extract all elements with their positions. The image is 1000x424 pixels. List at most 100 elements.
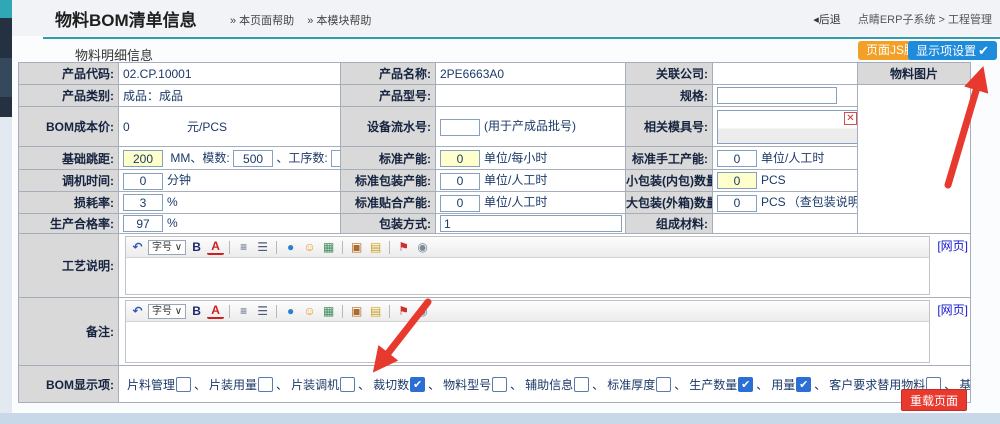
toolbar-separator [229, 241, 230, 254]
upload-image-icon[interactable]: ▤ [367, 239, 384, 255]
toolbar-separator [342, 241, 343, 254]
std-capacity-unit: 单位/每小时 [484, 151, 547, 165]
bom-option-separator: 、 [674, 376, 686, 393]
ordered-list-icon[interactable]: ☰ [254, 239, 271, 255]
bom-option-checkbox[interactable] [492, 377, 507, 392]
bom-option-label: 辅助信息 [525, 376, 573, 393]
bom-option-separator: 、 [276, 376, 288, 393]
font-size-select[interactable]: 字号 ∨ [148, 304, 186, 319]
product-model-label: 产品型号: [341, 85, 436, 107]
back-link[interactable]: ◂后退 [813, 14, 841, 26]
material-image-header: 物料图片 [858, 63, 971, 85]
pass-rate-input[interactable] [123, 215, 163, 232]
bom-option-checkbox[interactable] [574, 377, 589, 392]
bom-option-checkbox[interactable] [656, 377, 671, 392]
bom-option: 用量✔、 [771, 376, 829, 393]
big-pack-qty-input[interactable] [717, 195, 757, 212]
bom-option-checkbox[interactable]: ✔ [796, 377, 811, 392]
bom-option-checkbox[interactable]: ✔ [738, 377, 753, 392]
bom-option-checkbox[interactable] [340, 377, 355, 392]
font-color-icon[interactable]: A [207, 304, 224, 319]
process-desc-editor-toolbar: ↶字号 ∨BA ≡☰ ●☺▦ ▣▤ ⚑◉ [126, 237, 929, 258]
small-pack-qty-unit: PCS [761, 173, 786, 187]
bom-option-label: 生产数量 [689, 376, 737, 393]
modulus-label: 、模数: [190, 151, 229, 165]
webpage-link[interactable]: [网页] [930, 300, 968, 318]
section-header: 物料明细信息 页面JS脚本 显示项设置✔ [12, 39, 1000, 61]
product-code-value: 02.CP.10001 [119, 63, 341, 85]
std-laminate-capacity-input[interactable] [440, 195, 480, 212]
pack-method-input[interactable] [440, 215, 622, 232]
bom-option: 片料管理、 [127, 376, 209, 393]
bom-display-options: 片料管理、片装用量、片装调机、裁切数✔、物料型号、辅助信息、标准厚度、生产数量✔… [123, 366, 970, 402]
preview-eye-icon[interactable]: ◉ [414, 303, 431, 319]
spec-input[interactable] [717, 87, 837, 104]
media-flag-icon[interactable]: ⚑ [395, 239, 412, 255]
display-settings-button[interactable]: 显示项设置✔ [908, 41, 997, 60]
small-pack-qty-input[interactable] [717, 172, 757, 189]
machine-time-input[interactable] [123, 173, 163, 190]
std-manual-capacity-label: 标准手工产能: [626, 147, 713, 170]
modulus-input[interactable] [233, 150, 273, 167]
bom-option-checkbox[interactable]: ✔ [410, 377, 425, 392]
std-pack-capacity-input[interactable] [440, 173, 480, 190]
insert-image-icon[interactable]: ▣ [348, 239, 365, 255]
reload-page-button[interactable]: 重载页面 [901, 389, 967, 411]
process-count-input[interactable] [331, 150, 340, 167]
bom-option-separator: 、 [358, 376, 370, 393]
top-nav: ◂后退 点睛ERP子系统 > 工程管理 [813, 11, 992, 27]
undo-icon[interactable]: ↶ [129, 239, 146, 255]
insert-image-icon[interactable]: ▣ [348, 303, 365, 319]
smiley-icon[interactable]: ☺ [301, 239, 318, 255]
bold-icon[interactable]: B [188, 239, 205, 255]
breadcrumb[interactable]: 点睛ERP子系统 > 工程管理 [858, 14, 992, 26]
font-size-select[interactable]: 字号 ∨ [148, 240, 186, 255]
remove-image-icon[interactable]: ✕ [844, 112, 857, 125]
align-icon[interactable]: ≡ [235, 239, 252, 255]
bom-option: 辅助信息、 [525, 376, 607, 393]
bom-option-checkbox[interactable] [258, 377, 273, 392]
std-laminate-capacity-label: 标准贴合产能: [341, 192, 436, 214]
materials-value [713, 214, 858, 234]
webpage-link[interactable]: [网页] [930, 236, 968, 254]
smiley-icon[interactable]: ☺ [301, 303, 318, 319]
align-icon[interactable]: ≡ [235, 303, 252, 319]
bom-option: 生产数量✔、 [689, 376, 771, 393]
upload-image-icon[interactable]: ▤ [367, 303, 384, 319]
font-color-icon[interactable]: A [207, 240, 224, 255]
undo-icon[interactable]: ↶ [129, 303, 146, 319]
loss-rate-input[interactable] [123, 194, 163, 211]
bom-option-label: 片装用量 [209, 376, 257, 393]
globe-link-icon[interactable]: ● [282, 239, 299, 255]
module-help-link[interactable]: » 本模块帮助 [307, 15, 371, 27]
base-pitch-input[interactable] [123, 150, 163, 167]
page-help-link[interactable]: » 本页面帮助 [230, 15, 294, 27]
edit-table-icon[interactable]: ▦ [320, 239, 337, 255]
std-capacity-input[interactable] [440, 150, 480, 167]
toolbar-separator [276, 305, 277, 318]
related-mold-textarea[interactable]: ✕ [717, 110, 858, 144]
sidebar-segment-1 [0, 18, 12, 58]
edit-table-icon[interactable]: ▦ [320, 303, 337, 319]
std-laminate-capacity-unit: 单位/人工时 [484, 195, 547, 209]
related-mold-label: 相关模具号: [626, 107, 713, 147]
ordered-list-icon[interactable]: ☰ [254, 303, 271, 319]
remark-editor-body[interactable] [126, 322, 929, 362]
media-flag-icon[interactable]: ⚑ [395, 303, 412, 319]
preview-eye-icon[interactable]: ◉ [414, 239, 431, 255]
process-desc-editor-body[interactable] [126, 258, 929, 294]
process-count-label: 、工序数: [276, 151, 327, 165]
remark-editor[interactable]: ↶字号 ∨BA ≡☰ ●☺▦ ▣▤ ⚑◉ [125, 300, 930, 363]
bom-option-label: 裁切数 [373, 376, 409, 393]
process-desc-editor[interactable]: ↶字号 ∨BA ≡☰ ●☺▦ ▣▤ ⚑◉ [125, 236, 930, 295]
collapsed-sidebar[interactable] [0, 0, 12, 424]
bom-option: 标准厚度、 [607, 376, 689, 393]
process-desc-label: 工艺说明: [19, 234, 119, 298]
globe-link-icon[interactable]: ● [282, 303, 299, 319]
bom-option-separator: 、 [428, 376, 440, 393]
std-manual-capacity-input[interactable] [717, 150, 757, 167]
bold-icon[interactable]: B [188, 303, 205, 319]
bom-option-checkbox[interactable] [176, 377, 191, 392]
remark-label: 备注: [19, 298, 119, 366]
device-serial-input[interactable] [440, 119, 480, 136]
